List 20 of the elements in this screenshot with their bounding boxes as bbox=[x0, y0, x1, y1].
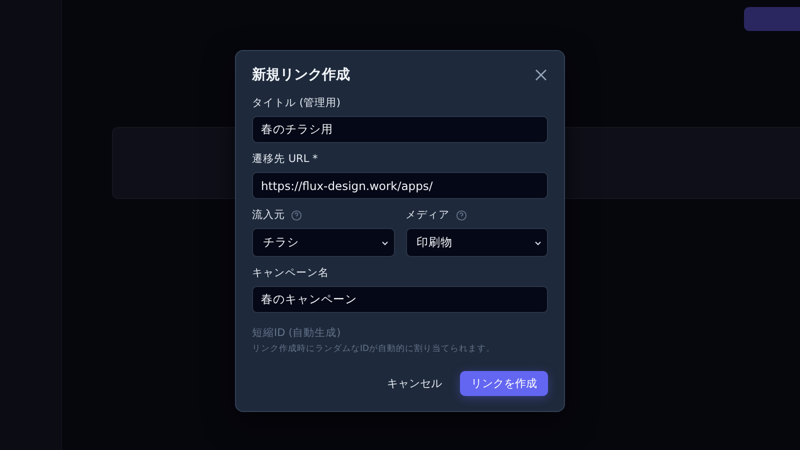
chevron-down-icon bbox=[534, 238, 542, 246]
info-title: 短縮ID (自動生成) bbox=[252, 326, 342, 340]
cancel-button[interactable]: キャンセル bbox=[387, 371, 442, 396]
create-button[interactable]: リンクを作成 bbox=[460, 371, 548, 396]
input-field[interactable]: 春のキャンペーン bbox=[252, 286, 548, 313]
help-icon[interactable] bbox=[291, 210, 302, 220]
select-field[interactable]: チラシ bbox=[252, 228, 394, 257]
dialog-title: 新規リンク作成 bbox=[252, 66, 350, 84]
field-label: 流入元 bbox=[252, 208, 285, 222]
field-label: キャンペーン名 bbox=[252, 266, 329, 280]
close-button[interactable] bbox=[534, 68, 548, 82]
help-icon[interactable] bbox=[456, 210, 466, 220]
chevron-down-icon bbox=[380, 238, 388, 246]
field-label: メディア bbox=[406, 208, 450, 222]
input-field[interactable]: 春のチラシ用 bbox=[252, 116, 548, 143]
info-description: リンク作成時にランダムなIDが自動的に割り当てられます。 bbox=[252, 343, 496, 355]
field-label: 遷移先 URL * bbox=[252, 152, 318, 166]
field-label: タイトル (管理用) bbox=[252, 96, 341, 110]
select-field[interactable]: 印刷物 bbox=[406, 228, 548, 257]
input-field[interactable]: https://flux-design.work/apps/ bbox=[252, 172, 548, 199]
